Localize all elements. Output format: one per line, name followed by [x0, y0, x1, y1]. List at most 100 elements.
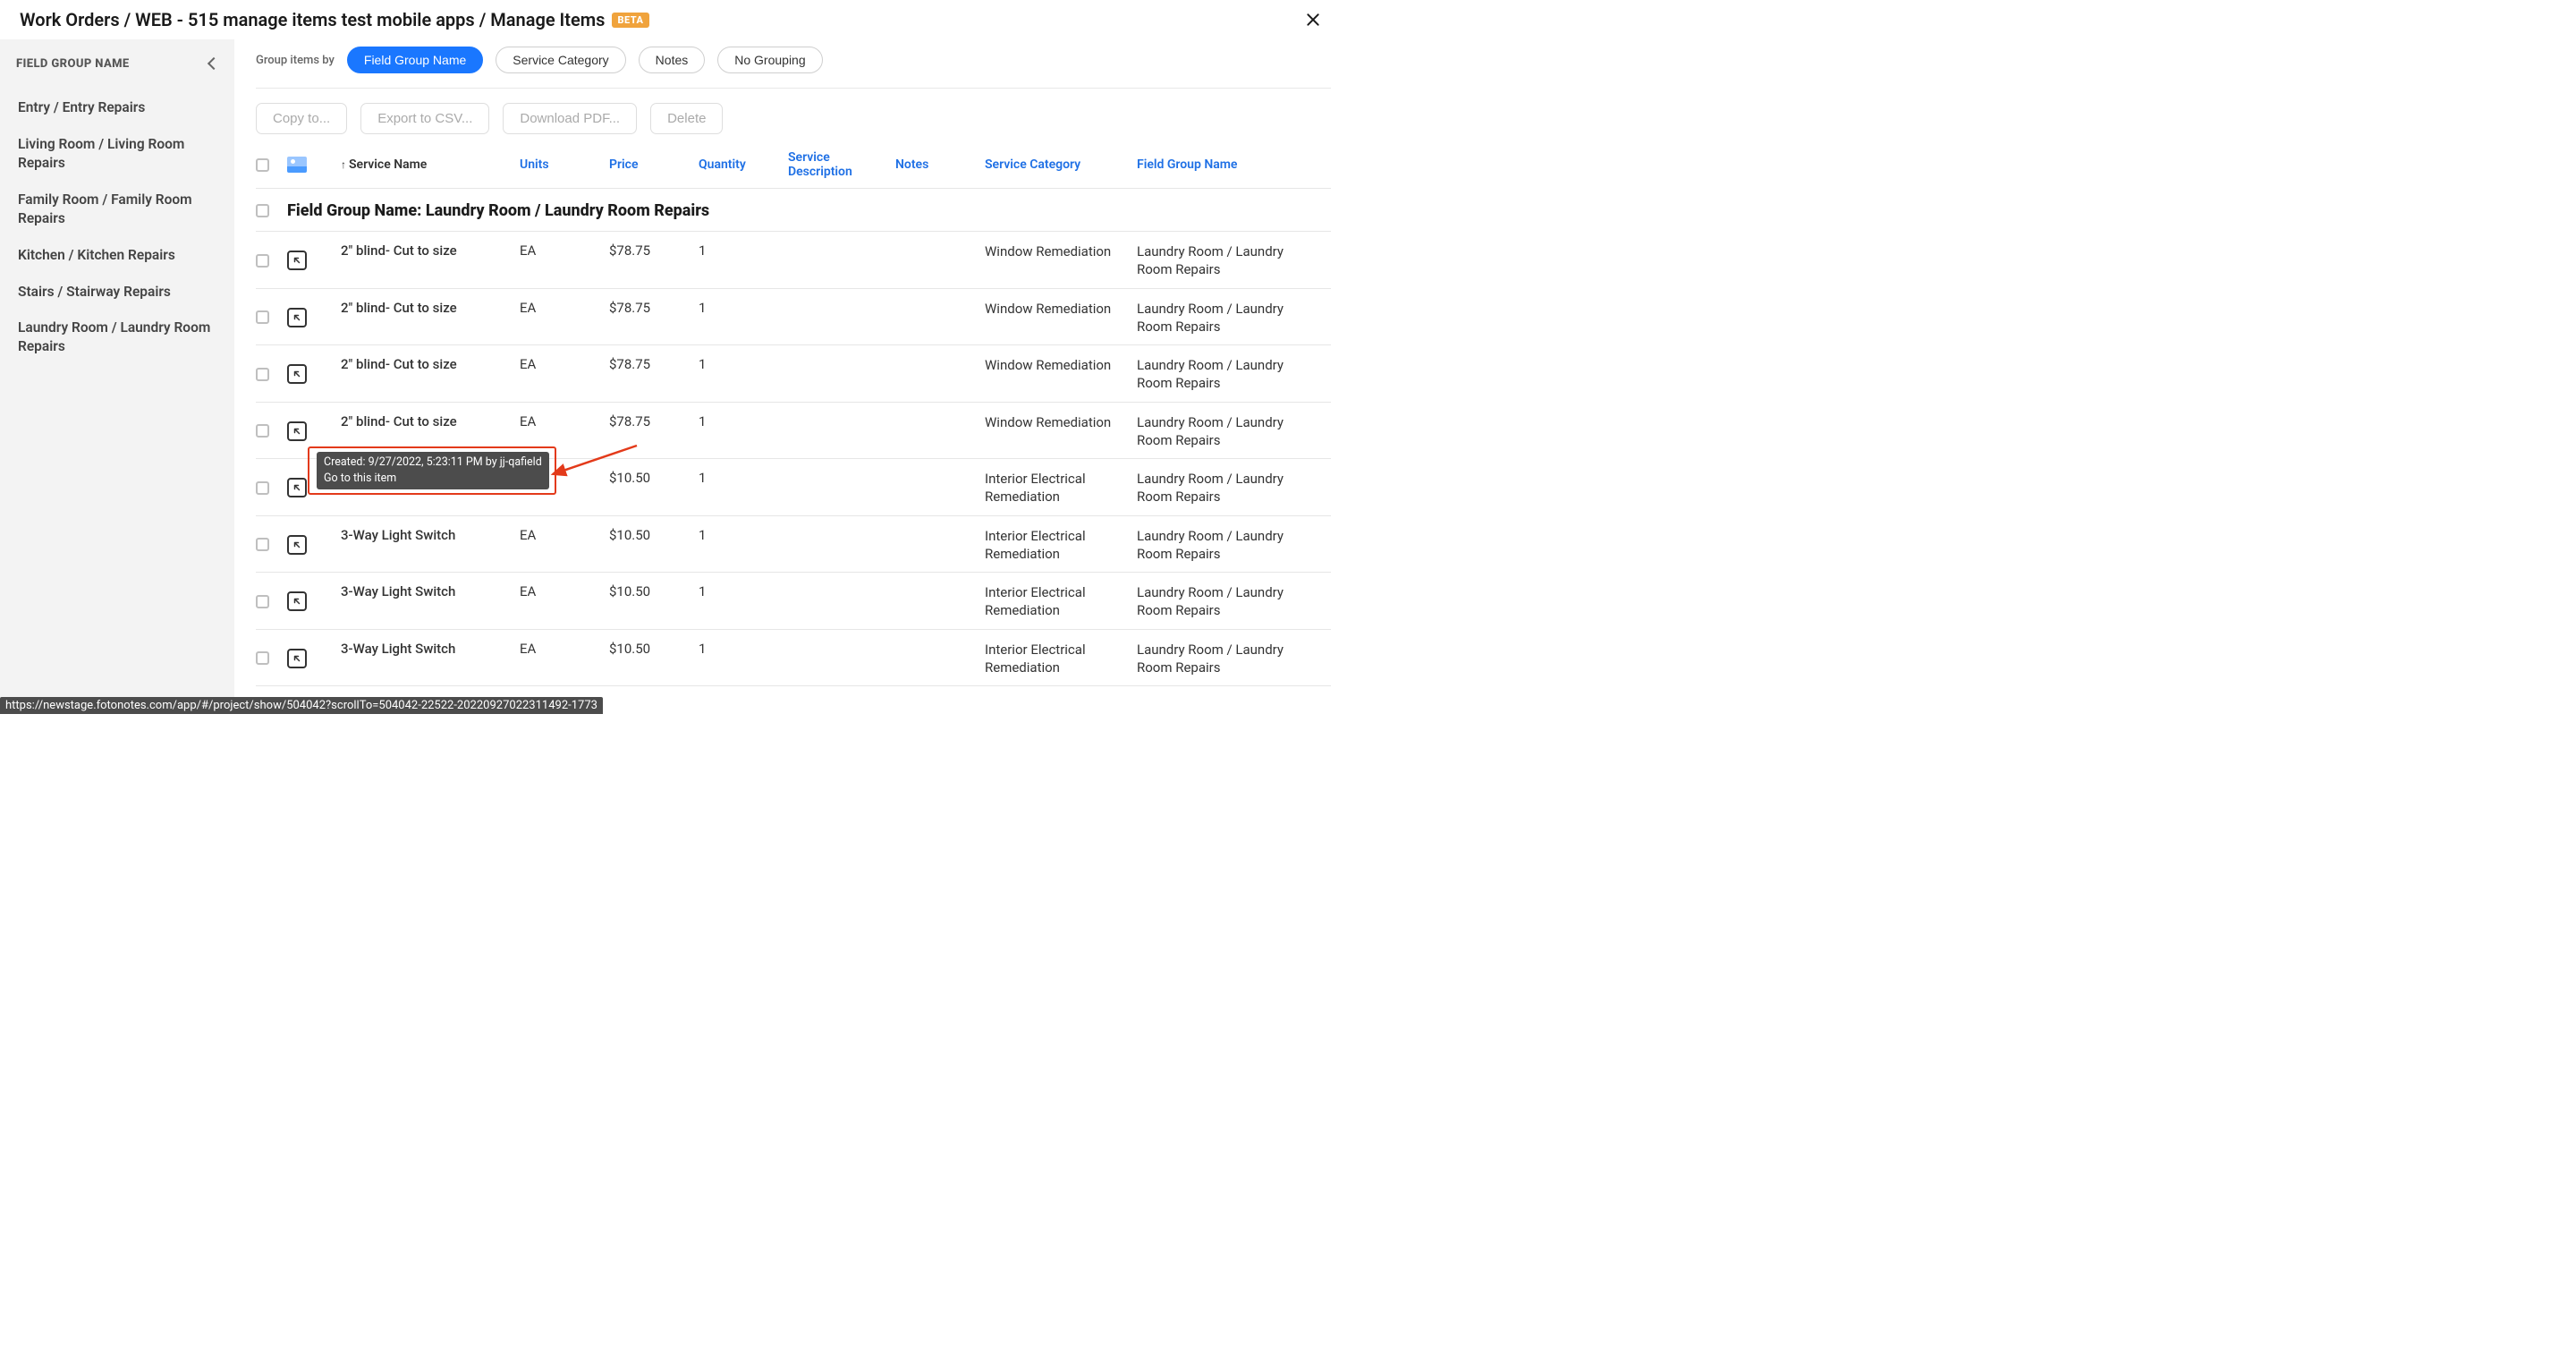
- page-header: Work Orders / WEB - 515 manage items tes…: [0, 0, 1349, 39]
- table-row[interactable]: 2" blind- Cut to sizeEA$78.751Window Rem…: [256, 345, 1331, 403]
- cell-quantity: 1: [699, 413, 788, 450]
- col-notes[interactable]: Notes: [895, 157, 985, 172]
- main-content: Group items by Field Group NameService C…: [234, 39, 1349, 714]
- row-checkbox[interactable]: [256, 424, 269, 438]
- cell-field-group-name: Laundry Room / Laundry Room Repairs: [1137, 583, 1293, 620]
- copy-to-button[interactable]: Copy to...: [256, 103, 347, 134]
- row-checkbox[interactable]: [256, 595, 269, 608]
- collapse-sidebar-icon[interactable]: [209, 55, 218, 72]
- col-field-group-name[interactable]: Field Group Name: [1137, 157, 1293, 172]
- item-tooltip[interactable]: Created: 9/27/2022, 5:23:11 PM by jj-qaf…: [317, 452, 549, 489]
- sidebar: FIELD GROUP NAME Entry / Entry RepairsLi…: [0, 39, 234, 714]
- status-bar-url: https://newstage.fotonotes.com/app/#/pro…: [0, 697, 603, 714]
- breadcrumb-page: Manage Items: [490, 9, 605, 30]
- close-button[interactable]: [1304, 11, 1322, 29]
- col-service-category[interactable]: Service Category: [985, 157, 1137, 172]
- download-pdf-button[interactable]: Download PDF...: [503, 103, 637, 134]
- open-item-icon[interactable]: [287, 649, 307, 668]
- table-row[interactable]: 3-Way Light SwitchEA$10.501Interior Elec…: [256, 573, 1331, 630]
- group-by-bar: Group items by Field Group Name Service C…: [256, 39, 1331, 89]
- open-item-icon[interactable]: [287, 478, 307, 497]
- col-service-description[interactable]: Service Description: [788, 150, 895, 179]
- row-checkbox[interactable]: [256, 254, 269, 268]
- image-column-icon[interactable]: [287, 157, 307, 173]
- breadcrumb-project[interactable]: WEB - 515 manage items test mobile apps: [135, 9, 475, 30]
- row-checkbox[interactable]: [256, 481, 269, 495]
- group-header-row: Field Group Name: Laundry Room / Laundry…: [256, 189, 1331, 232]
- cell-service-description: [788, 583, 895, 620]
- breadcrumb-work-orders[interactable]: Work Orders: [20, 9, 120, 30]
- cell-units: EA: [520, 583, 609, 620]
- beta-badge: BETA: [612, 13, 648, 28]
- cell-field-group-name: Laundry Room / Laundry Room Repairs: [1137, 641, 1293, 677]
- group-by-option[interactable]: Notes: [639, 47, 706, 73]
- cell-units: EA: [520, 356, 609, 393]
- cell-price: $10.50: [609, 527, 699, 564]
- table-row[interactable]: 2" blind- Cut to sizeEA$78.751Window Rem…: [256, 289, 1331, 346]
- cell-quantity: 1: [699, 470, 788, 506]
- sidebar-item[interactable]: Family Room / Family Room Repairs: [16, 182, 218, 237]
- cell-quantity: 1: [699, 242, 788, 279]
- sidebar-item[interactable]: Stairs / Stairway Repairs: [16, 274, 218, 310]
- cell-units: EA: [520, 527, 609, 564]
- sidebar-item[interactable]: Living Room / Living Room Repairs: [16, 126, 218, 182]
- group-by-option[interactable]: Field Group Name: [347, 47, 483, 73]
- cell-price: $78.75: [609, 242, 699, 279]
- open-item-icon[interactable]: [287, 591, 307, 611]
- cell-service-description: [788, 242, 895, 279]
- cell-price: $78.75: [609, 356, 699, 393]
- group-by-label: Group items by: [256, 54, 335, 67]
- group-select-checkbox[interactable]: [256, 204, 269, 217]
- action-toolbar: Copy to... Export to CSV... Download PDF…: [256, 89, 1331, 145]
- cell-price: $10.50: [609, 583, 699, 620]
- sidebar-item[interactable]: Entry / Entry Repairs: [16, 89, 218, 126]
- cell-field-group-name: Laundry Room / Laundry Room Repairs: [1137, 470, 1293, 506]
- cell-quantity: 1: [699, 583, 788, 620]
- table-row[interactable]: 2" blind- Cut to sizeEA$78.751Window Rem…: [256, 232, 1331, 289]
- col-service-name[interactable]: ↑Service Name: [341, 157, 520, 172]
- cell-service-name: 2" blind- Cut to size: [341, 413, 520, 450]
- row-checkbox[interactable]: [256, 651, 269, 665]
- export-csv-button[interactable]: Export to CSV...: [360, 103, 489, 134]
- cell-service-category: Window Remediation: [985, 356, 1137, 393]
- cell-service-category: Window Remediation: [985, 413, 1137, 450]
- cell-field-group-name: Laundry Room / Laundry Room Repairs: [1137, 413, 1293, 450]
- group-by-option[interactable]: Service Category: [496, 47, 625, 73]
- open-item-icon[interactable]: [287, 308, 307, 327]
- open-item-icon[interactable]: [287, 535, 307, 555]
- select-all-checkbox[interactable]: [256, 158, 269, 172]
- cell-service-name: 2" blind- Cut to size: [341, 356, 520, 393]
- cell-notes: [895, 470, 985, 506]
- delete-button[interactable]: Delete: [650, 103, 723, 134]
- cell-service-name: 2" blind- Cut to size: [341, 242, 520, 279]
- table-row[interactable]: 3-Way Light SwitchEA$10.501Interior Elec…: [256, 516, 1331, 574]
- sidebar-item[interactable]: Laundry Room / Laundry Room Repairs: [16, 310, 218, 365]
- row-checkbox[interactable]: [256, 538, 269, 551]
- breadcrumb-sep: /: [475, 9, 491, 30]
- sidebar-title: FIELD GROUP NAME: [16, 57, 130, 71]
- cell-service-category: Window Remediation: [985, 300, 1137, 336]
- group-by-option[interactable]: No Grouping: [717, 47, 822, 73]
- group-title: Field Group Name: Laundry Room / Laundry…: [287, 201, 709, 220]
- cell-notes: [895, 641, 985, 677]
- col-quantity[interactable]: Quantity: [699, 157, 788, 172]
- row-checkbox[interactable]: [256, 310, 269, 324]
- cell-notes: [895, 583, 985, 620]
- cell-service-description: [788, 527, 895, 564]
- cell-field-group-name: Laundry Room / Laundry Room Repairs: [1137, 300, 1293, 336]
- cell-service-description: [788, 470, 895, 506]
- table-row[interactable]: 3-Way Light SwitchEA$10.501Interior Elec…: [256, 630, 1331, 687]
- row-checkbox[interactable]: [256, 368, 269, 381]
- cell-quantity: 1: [699, 641, 788, 677]
- open-item-icon[interactable]: [287, 364, 307, 384]
- col-price[interactable]: Price: [609, 157, 699, 172]
- sidebar-item[interactable]: Kitchen / Kitchen Repairs: [16, 237, 218, 274]
- cell-service-category: Interior Electrical Remediation: [985, 583, 1137, 620]
- cell-service-description: [788, 641, 895, 677]
- open-item-icon[interactable]: [287, 421, 307, 441]
- open-item-icon[interactable]: [287, 251, 307, 270]
- cell-quantity: 1: [699, 527, 788, 564]
- cell-service-description: [788, 356, 895, 393]
- col-units[interactable]: Units: [520, 157, 609, 172]
- cell-notes: [895, 413, 985, 450]
